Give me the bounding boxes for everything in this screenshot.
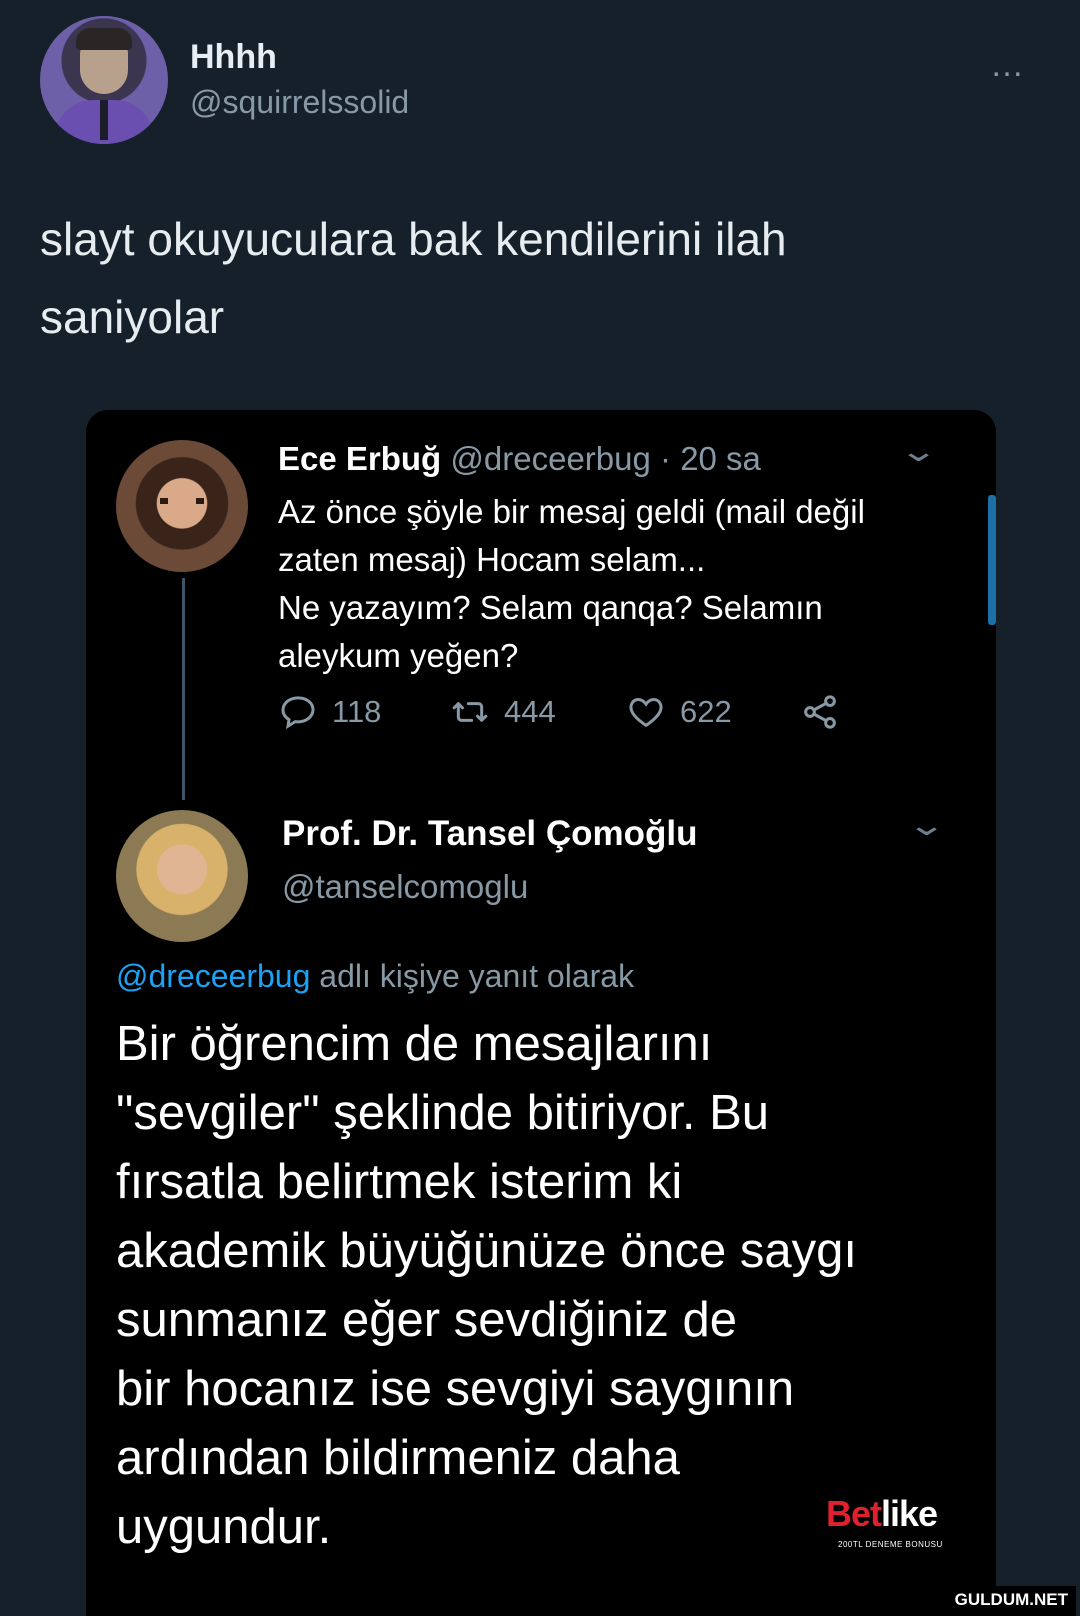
tansel-text-line: sunmanız eğer sevdiğiniz de <box>116 1293 738 1347</box>
ece-name[interactable]: Ece Erbuğ <box>278 440 441 477</box>
tansel-avatar[interactable] <box>116 810 248 942</box>
tansel-text-line: bir hocanız ise sevgiyi saygının <box>116 1362 795 1416</box>
retweet-action[interactable]: 444 <box>450 692 556 732</box>
thread-connector <box>182 578 185 800</box>
tansel-tweet-text: Bir öğrencim de mesajlarını "sevgiler" ş… <box>116 1010 966 1562</box>
chevron-down-icon[interactable]: ⌄ <box>898 434 938 469</box>
tweet-text-line: slayt okuyuculara bak kendilerini ilah <box>40 213 787 265</box>
share-icon <box>804 695 836 729</box>
ece-meta: Ece Erbuğ @dreceerbug · 20 sa <box>278 440 761 478</box>
more-options-icon[interactable]: … <box>990 46 1026 85</box>
meta-separator: · <box>660 440 672 477</box>
ece-text-line: Az önce şöyle bir mesaj geldi (mail deği… <box>278 493 865 530</box>
share-action[interactable] <box>800 692 840 732</box>
reply-to-link[interactable]: @dreceerbug <box>116 958 310 994</box>
user-avatar[interactable] <box>40 16 168 144</box>
tweet-text: slayt okuyuculara bak kendilerini ilah s… <box>40 200 1000 356</box>
avatar-eyes <box>160 498 204 504</box>
ece-time: 20 sa <box>680 440 761 477</box>
ece-text-line: Ne yazayım? Selam qanqa? Selamın <box>278 589 823 626</box>
like-action[interactable]: 622 <box>626 692 732 732</box>
tansel-text-line: ardından bildirmeniz daha <box>116 1431 680 1485</box>
tansel-text-line: "sevgiler" şeklinde bitiriyor. Bu <box>116 1086 770 1140</box>
tansel-text-line: Bir öğrencim de mesajlarını <box>116 1017 713 1071</box>
betlike-logo-white: like <box>881 1493 938 1534</box>
ece-handle[interactable]: @dreceerbug <box>450 440 650 477</box>
tansel-handle[interactable]: @tanselcomoglu <box>282 868 528 906</box>
betlike-logo: Betlike <box>826 1494 976 1534</box>
avatar-hair <box>76 28 132 50</box>
ece-text-line: aleykum yeğen? <box>278 637 519 674</box>
reply-icon <box>281 696 315 730</box>
reply-context: @dreceerbug adlı kişiye yanıt olarak <box>116 958 634 995</box>
site-watermark: GULDUM.NET <box>946 1586 1076 1616</box>
betlike-logo-red: Bet <box>826 1493 882 1534</box>
retweet-count: 444 <box>504 694 556 729</box>
ece-text-line: zaten mesaj) Hocam selam... <box>278 541 706 578</box>
ece-actions: 118 444 622 <box>278 692 918 742</box>
tweet-header: Hhhh @squirrelssolid … <box>40 16 1040 146</box>
retweet-icon <box>452 702 488 722</box>
scrollbar[interactable] <box>988 495 996 625</box>
chevron-down-icon[interactable]: ⌄ <box>906 808 946 843</box>
betlike-tagline: 200TL DENEME BONUSU <box>834 1539 947 1550</box>
user-handle[interactable]: @squirrelssolid <box>190 84 409 121</box>
tansel-name[interactable]: Prof. Dr. Tansel Çomoğlu <box>282 814 698 854</box>
heart-icon <box>629 697 663 728</box>
avatar-tie <box>100 100 108 140</box>
display-name[interactable]: Hhhh <box>190 38 277 77</box>
reply-count: 118 <box>332 694 382 729</box>
tansel-text-line: fırsatla belirtmek isterim ki <box>116 1155 683 1209</box>
reply-to-suffix: adlı kişiye yanıt olarak <box>319 958 635 994</box>
like-count: 622 <box>680 694 732 729</box>
tweet-text-line: saniyolar <box>40 291 225 343</box>
betlike-watermark: Betlike 200TL DENEME BONUSU <box>826 1494 976 1554</box>
ece-tweet-text: Az önce şöyle bir mesaj geldi (mail deği… <box>278 488 958 680</box>
ece-avatar[interactable] <box>116 440 248 572</box>
tansel-text-line: akademik büyüğünüze önce saygı <box>116 1224 857 1278</box>
quoted-screenshot[interactable]: Ece Erbuğ @dreceerbug · 20 sa ⌄ Az önce … <box>86 410 996 1616</box>
reply-action[interactable]: 118 <box>278 692 381 732</box>
